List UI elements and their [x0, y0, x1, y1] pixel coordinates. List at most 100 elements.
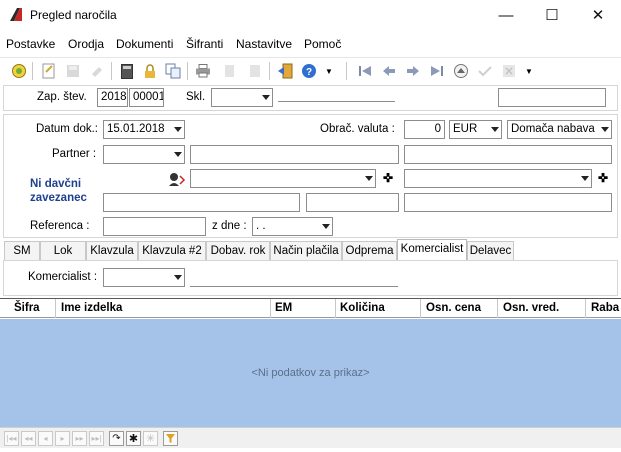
export-icon[interactable]	[220, 60, 242, 82]
lock-icon[interactable]	[139, 60, 161, 82]
contact-dropdown-right[interactable]	[404, 169, 592, 188]
tab-klavzula[interactable]: Klavzula	[86, 241, 138, 261]
partner-label: Partner :	[52, 148, 97, 160]
post-record-icon[interactable]	[450, 60, 472, 82]
previous-record-icon[interactable]	[378, 60, 400, 82]
tab-komercialist[interactable]: Komercialist	[397, 239, 467, 261]
cancel-icon[interactable]	[498, 60, 520, 82]
calculator-icon[interactable]	[116, 60, 138, 82]
exit-icon[interactable]	[274, 60, 296, 82]
nav-next-page-icon[interactable]: ▸▸	[72, 431, 87, 446]
tab-bar: SM Lok Klavzula Klavzula #2 Dobav. rok N…	[2, 239, 619, 261]
grid-navigator: |◂◂ ◂◂ ◂ ▸ ▸▸ ▸▸| ↷ ✱ ✳	[0, 427, 621, 448]
menu-nastavitve[interactable]: Nastavitve	[236, 37, 292, 51]
year-field[interactable]: 2018	[97, 88, 128, 107]
partner-name-field[interactable]	[190, 145, 399, 164]
confirm-icon[interactable]	[474, 60, 496, 82]
column-kolicina[interactable]: Količina	[340, 302, 385, 314]
grid-body[interactable]: <Ni podatkov za prikaz>	[0, 319, 621, 427]
address-field-1[interactable]	[103, 193, 300, 212]
skl-name-field[interactable]	[278, 101, 395, 102]
valuta-dropdown[interactable]: EUR	[449, 120, 502, 139]
minimize-button[interactable]: —	[483, 2, 529, 30]
copy-documents-icon[interactable]	[162, 60, 184, 82]
filter-icon[interactable]	[163, 431, 178, 446]
chevron-down-icon	[174, 275, 182, 280]
tab-dobav-rok[interactable]: Dobav. rok	[206, 241, 270, 261]
menu-sifranti[interactable]: Šifranti	[186, 37, 223, 51]
refresh-icon[interactable]	[8, 60, 30, 82]
contact-person-icon[interactable]	[168, 171, 186, 187]
menu-pomoc[interactable]: Pomoč	[304, 37, 341, 51]
nav-prev-icon[interactable]: ◂	[38, 431, 53, 446]
add-contact-right-icon[interactable]: ✜	[595, 170, 611, 186]
komercialist-dropdown[interactable]	[103, 268, 185, 287]
new-document-icon[interactable]	[38, 60, 60, 82]
next-record-icon[interactable]	[402, 60, 424, 82]
column-raba[interactable]: Raba	[591, 302, 619, 314]
menu-postavke[interactable]: Postavke	[6, 37, 55, 51]
referenca-field[interactable]	[103, 217, 206, 236]
help-icon[interactable]: ?	[298, 60, 320, 82]
tab-delavec[interactable]: Delavec	[467, 241, 514, 261]
partner-address-field[interactable]	[404, 145, 612, 164]
chevron-down-icon	[262, 95, 270, 100]
address-field-3[interactable]	[404, 193, 612, 212]
ni-davcni-label: Ni davčni	[30, 178, 82, 190]
grid-header: Šifra Ime izdelka EM Količina Osn. cena …	[0, 298, 621, 318]
menu-dokumenti[interactable]: Dokumenti	[116, 37, 173, 51]
menu-orodja[interactable]: Orodja	[68, 37, 104, 51]
tab-odprema[interactable]: Odprema	[342, 241, 397, 261]
maximize-button[interactable]: ☐	[529, 2, 575, 30]
nav-last-icon[interactable]: ▸▸|	[89, 431, 104, 446]
nav-next-icon[interactable]: ▸	[55, 431, 70, 446]
add-contact-icon[interactable]: ✜	[380, 170, 396, 186]
datum-picker[interactable]: 15.01.2018	[103, 120, 185, 139]
tab-nacin-placila[interactable]: Način plačila	[270, 241, 342, 261]
window-title: Pregled naročila	[30, 8, 117, 22]
first-record-icon[interactable]	[354, 60, 376, 82]
column-sifra[interactable]: Šifra	[14, 302, 40, 314]
valuta-amount-field[interactable]: 0	[404, 120, 445, 139]
nav-prev-page-icon[interactable]: ◂◂	[21, 431, 36, 446]
number-field[interactable]: 00001	[129, 88, 164, 107]
preview-icon[interactable]	[244, 60, 266, 82]
contact-dropdown-left[interactable]	[190, 169, 376, 188]
z-dne-picker[interactable]: . .	[252, 217, 333, 236]
print-icon[interactable]	[192, 60, 214, 82]
help-dropdown-icon[interactable]: ▼	[318, 60, 340, 82]
last-record-icon[interactable]	[426, 60, 448, 82]
chevron-down-icon	[365, 176, 373, 181]
chevron-down-icon	[601, 127, 609, 132]
column-osn-cena[interactable]: Osn. cena	[426, 302, 481, 314]
tab-sm[interactable]: SM	[4, 241, 40, 261]
chevron-down-icon	[174, 152, 182, 157]
document-status-field[interactable]	[498, 88, 606, 107]
zap-stev-label: Zap. štev.	[37, 91, 87, 103]
skl-label: Skl.	[186, 91, 206, 103]
nabava-dropdown[interactable]: Domača nabava	[507, 120, 612, 139]
tab-klavzula-2[interactable]: Klavzula #2	[138, 241, 206, 261]
menu-bar: Postavke Orodja Dokumenti Šifranti Nasta…	[0, 33, 621, 55]
column-em[interactable]: EM	[275, 302, 292, 314]
close-button[interactable]: ✕	[575, 2, 621, 30]
chevron-down-icon	[322, 224, 330, 229]
column-osn-vred[interactable]: Osn. vred.	[503, 302, 559, 314]
valuta-label: Obrač. valuta :	[320, 123, 395, 135]
komercialist-name-field[interactable]	[190, 286, 398, 287]
erase-icon[interactable]	[86, 60, 108, 82]
cancel-dropdown-icon[interactable]: ▼	[518, 60, 540, 82]
partner-dropdown[interactable]	[103, 145, 185, 164]
nabava-value: Domača nabava	[511, 123, 595, 135]
skl-dropdown[interactable]	[211, 88, 273, 107]
svg-text:?: ?	[306, 67, 312, 78]
nav-refresh-icon[interactable]: ↷	[109, 431, 124, 446]
address-field-2[interactable]	[306, 193, 399, 212]
nav-insert-icon[interactable]: ✱	[126, 431, 141, 446]
nav-delete-icon[interactable]: ✳	[143, 431, 158, 446]
save-icon[interactable]	[62, 60, 84, 82]
nav-first-icon[interactable]: |◂◂	[4, 431, 19, 446]
chevron-down-icon	[174, 127, 182, 132]
column-ime-izdelka[interactable]: Ime izdelka	[61, 302, 122, 314]
tab-lok[interactable]: Lok	[40, 241, 86, 261]
